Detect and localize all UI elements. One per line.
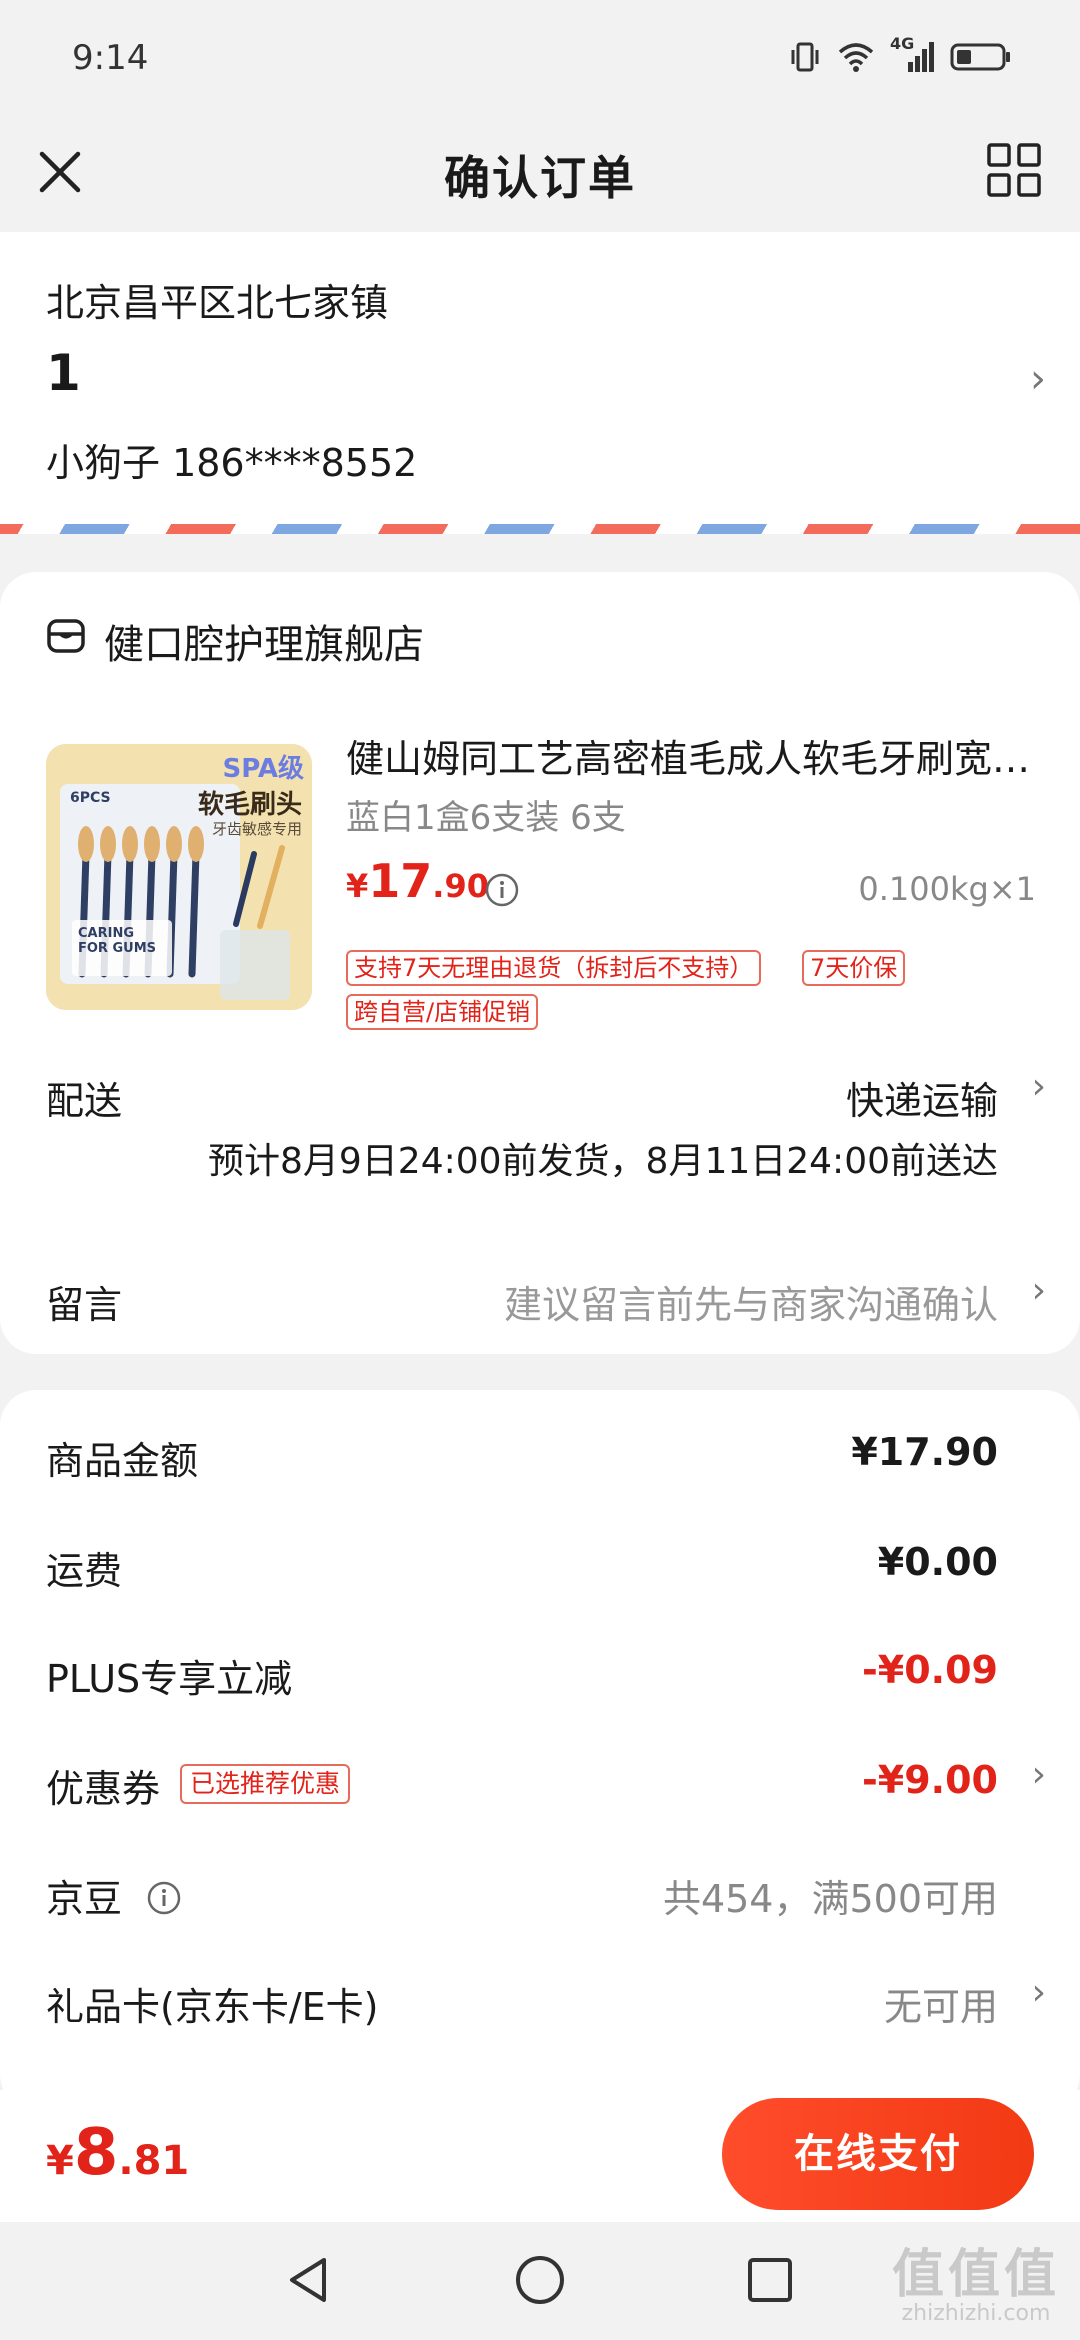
nav-bar: 确认订单 <box>0 120 1080 232</box>
status-icons: 4G <box>788 34 1012 74</box>
cellular-signal-icon: 4G <box>890 34 936 74</box>
address-detail: 1 <box>46 344 81 402</box>
chevron-right-icon: › <box>1031 1754 1046 1795</box>
shipping-value: ¥0.00 <box>877 1540 998 1584</box>
giftcard-label: 礼品卡(京东卡/E卡) <box>46 1985 379 2029</box>
product-image-subline: 牙齿敏感专用 <box>211 820 302 838</box>
product-weight-qty: 0.100kg×1 <box>858 870 1036 908</box>
shipping-label: 运费 <box>46 1549 123 1593</box>
chevron-right-icon: › <box>1030 356 1046 402</box>
recents-icon[interactable] <box>742 2252 798 2308</box>
info-icon[interactable] <box>484 872 520 908</box>
tag-price-protection: 7天价保 <box>802 950 906 986</box>
watermark-main: 值值值 <box>891 2245 1060 2305</box>
coupon-value[interactable]: -¥9.00 <box>862 1758 998 1802</box>
shop-name-text: 健口腔护理旗舰店 <box>104 622 424 668</box>
coupon-badge: 已选推荐优惠 <box>180 1764 351 1804</box>
chevron-right-icon: › <box>1031 1270 1046 1311</box>
total-currency: ¥ <box>46 2138 74 2184</box>
airmail-border <box>0 524 1080 534</box>
cost-summary-card: 商品金额 ¥17.90 运费 ¥0.00 PLUS专享立减 -¥0.09 优惠券… <box>0 1390 1080 2110</box>
info-icon[interactable] <box>146 1880 182 1916</box>
product-image-headline: 软毛刷头 <box>197 790 302 820</box>
watermark-sub: zhizhizhi.com <box>901 2301 1051 2326</box>
price-currency: ¥ <box>346 867 369 905</box>
total-decimal: .81 <box>118 2138 190 2184</box>
watermark: 值值值 zhizhizhi.com <box>892 2232 1060 2326</box>
total-integer: 8 <box>73 2116 119 2190</box>
goods-amount-value: ¥17.90 <box>851 1430 998 1474</box>
product-title[interactable]: 健山姆同工艺高密植毛成人软毛牙刷宽头家庭装 <box>346 728 1036 783</box>
back-icon[interactable] <box>280 2252 336 2308</box>
goods-amount-label: 商品金额 <box>46 1439 199 1483</box>
shop-name[interactable]: 健口腔护理旗舰店 <box>104 612 424 670</box>
delivery-estimate: 预计8月9日24:00前发货，8月11日24:00前送达 <box>207 1141 998 1182</box>
message-input[interactable]: 建议留言前先与商家沟通确认 <box>504 1274 998 1329</box>
product-image-pcs: 6PCS <box>70 790 111 806</box>
product-spec: 蓝白1盒6支装 6支 <box>346 798 626 838</box>
jingdou-label: 京豆 <box>46 1877 123 1921</box>
wifi-icon <box>838 43 874 72</box>
jingdou-value: 共454，满500可用 <box>662 1877 998 1921</box>
product-image-badge: SPA级 <box>222 754 304 784</box>
address-card[interactable]: 北京昌平区北七家镇 1 小狗子 186****8552 › <box>0 232 1080 534</box>
shop-card: 健口腔护理旗舰店 SPA级 6PCS 软毛刷头 牙齿敏感专用 CARING FO… <box>0 572 1080 1354</box>
delivery-label: 配送 <box>46 1079 123 1123</box>
chevron-right-icon: › <box>1031 1066 1046 1107</box>
product-price: ¥17.90 <box>346 854 489 908</box>
home-icon[interactable] <box>512 2252 568 2308</box>
checkout-bar: ¥8.81 在线支付 <box>0 2090 1080 2222</box>
price-integer: 17 <box>368 854 433 908</box>
vibrate-icon <box>791 42 819 72</box>
coupon-label: 优惠券 <box>46 1767 161 1811</box>
plus-discount-label: PLUS专享立减 <box>46 1657 293 1701</box>
product-image[interactable]: SPA级 6PCS 软毛刷头 牙齿敏感专用 CARING FOR GUMS <box>46 744 312 1010</box>
pay-online-button[interactable]: 在线支付 <box>722 2098 1034 2210</box>
tag-promotion: 跨自营/店铺促销 <box>346 994 539 1030</box>
chevron-right-icon: › <box>1031 1972 1046 2013</box>
page-title: 确认订单 <box>444 151 636 205</box>
grid-menu-icon[interactable] <box>986 142 1042 198</box>
message-label: 留言 <box>46 1283 123 1327</box>
product-image-card-text: CARING FOR GUMS <box>78 926 156 956</box>
status-bar: 9:14 4G <box>0 0 1080 120</box>
store-icon <box>47 619 85 653</box>
battery-icon <box>950 43 1010 71</box>
price-decimal: .90 <box>432 867 489 905</box>
total-amount: ¥8.81 <box>46 2116 189 2190</box>
delivery-method[interactable]: 快递运输 <box>846 1070 998 1125</box>
address-contact: 小狗子 186****8552 <box>46 441 418 485</box>
address-region: 北京昌平区北七家镇 <box>46 281 389 325</box>
tag-return-policy: 支持7天无理由退货（拆封后不支持） <box>346 950 762 986</box>
status-time: 9:14 <box>72 38 149 78</box>
giftcard-value[interactable]: 无可用 <box>884 1976 998 2031</box>
plus-discount-value: -¥0.09 <box>862 1648 998 1692</box>
